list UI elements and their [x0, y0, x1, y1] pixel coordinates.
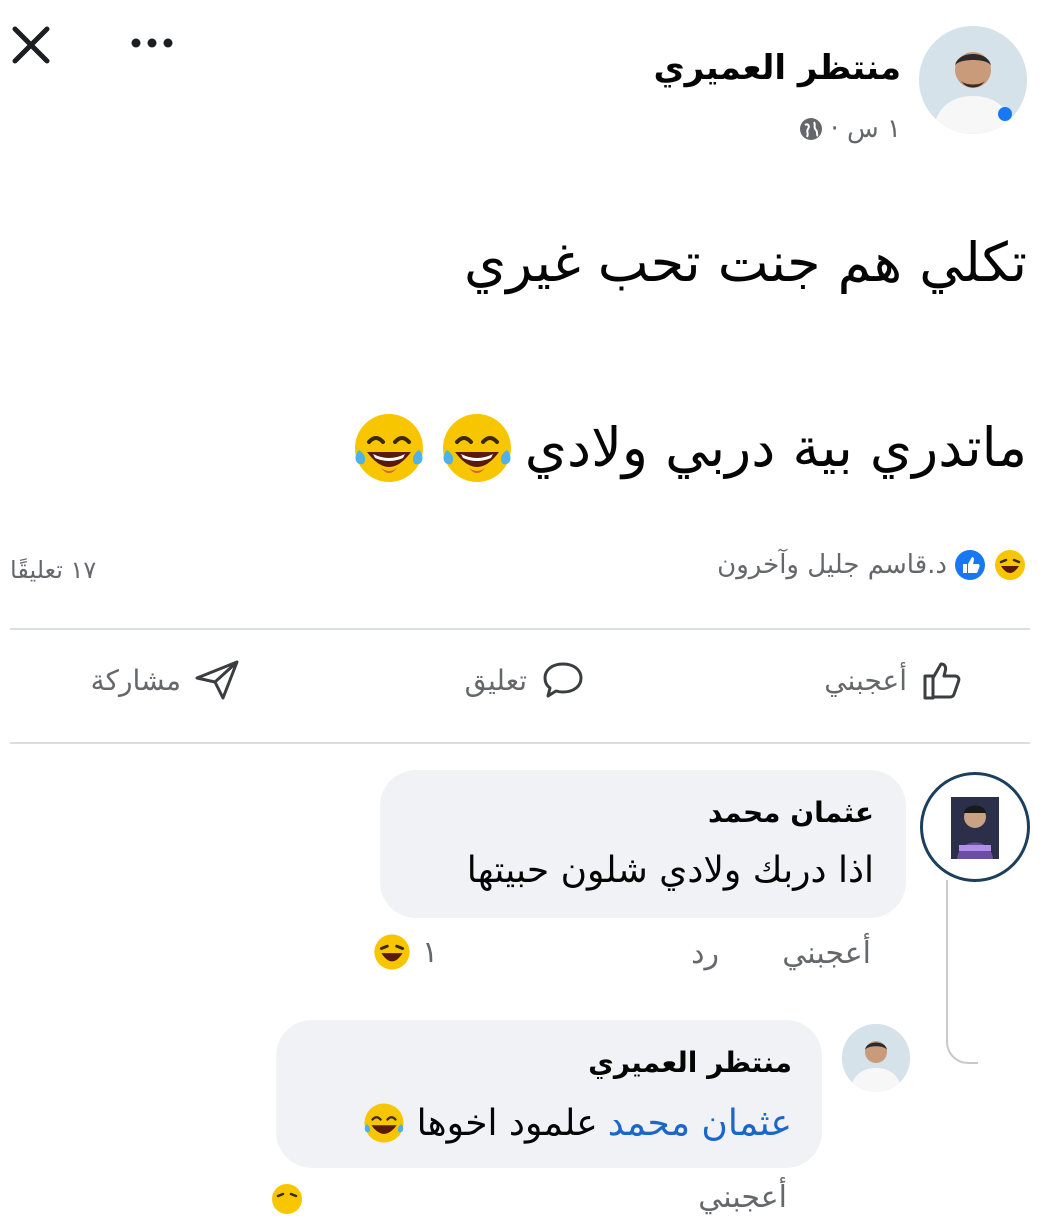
comment-reactions[interactable]: ١	[372, 932, 438, 972]
share-arrow-icon	[195, 660, 239, 700]
comment-author-name[interactable]: عثمان محمد	[708, 796, 874, 829]
share-button[interactable]: مشاركة	[91, 656, 241, 704]
post-timestamp: ١ س ·	[798, 114, 901, 144]
reply-author-name[interactable]: منتظر العميري	[588, 1046, 792, 1079]
haha-reaction-icon	[374, 934, 410, 970]
comment-bubble: عثمان محمد اذا دربك ولادي شلون حبيتها	[380, 770, 906, 918]
commenter-avatar[interactable]	[920, 772, 1030, 882]
comment-button[interactable]: تعليق	[465, 656, 587, 704]
like-button-label: أعجبني	[824, 663, 907, 697]
reply-text: عثمان محمد علمود اخوها	[361, 1100, 792, 1146]
post-text-line-2-text: ماتدري بية دربي ولادي	[524, 415, 1027, 479]
reactors-names: د.قاسم جليل وآخرون	[717, 550, 947, 580]
share-button-label: مشاركة	[90, 663, 181, 697]
author-avatar[interactable]	[919, 26, 1027, 134]
more-options-icon[interactable]	[128, 28, 176, 58]
thumbs-up-icon	[923, 662, 961, 700]
thread-connector-line	[946, 880, 978, 1064]
post-text-line-1: تكلي هم جنت تحب غيري	[463, 231, 1027, 294]
like-reaction-icon	[955, 550, 985, 580]
laughing-tears-emoji-icon	[354, 414, 423, 482]
divider-bottom	[10, 742, 1030, 744]
globe-icon	[800, 118, 823, 140]
comment-reaction-count: ١	[422, 934, 439, 970]
like-button[interactable]: أعجبني	[824, 656, 967, 704]
comment-reply-link[interactable]: رد	[691, 936, 719, 971]
reply-mention-link[interactable]: عثمان محمد	[608, 1103, 792, 1144]
laughing-tears-emoji-icon	[442, 414, 511, 482]
comment-bubble-icon	[543, 662, 583, 698]
post-text-line-2: ماتدري بية دربي ولادي	[349, 408, 1027, 488]
reply-text-body: علمود اخوها	[416, 1102, 598, 1144]
comment-like-link[interactable]: أعجبني	[782, 936, 871, 971]
haha-reaction-icon	[272, 1184, 302, 1214]
laughing-tears-emoji-icon	[364, 1103, 404, 1143]
comment-text: اذا دربك ولادي شلون حبيتها	[466, 850, 874, 891]
reply-bubble: منتظر العميري عثمان محمد علمود اخوها	[276, 1020, 822, 1168]
close-icon[interactable]	[10, 24, 52, 66]
reactions-summary[interactable]: د.قاسم جليل وآخرون	[717, 548, 1027, 582]
divider-top	[10, 628, 1030, 630]
comments-count[interactable]: ١٧ تعليقًا	[10, 556, 96, 584]
comment-button-label: تعليق	[464, 663, 527, 697]
reply-like-link[interactable]: أعجبني	[698, 1180, 787, 1215]
reply-author-avatar[interactable]	[842, 1024, 910, 1092]
haha-reaction-icon	[995, 550, 1025, 580]
post-author-name[interactable]: منتظر العميري	[653, 48, 901, 88]
post-time-text: ١ س ·	[830, 114, 901, 144]
